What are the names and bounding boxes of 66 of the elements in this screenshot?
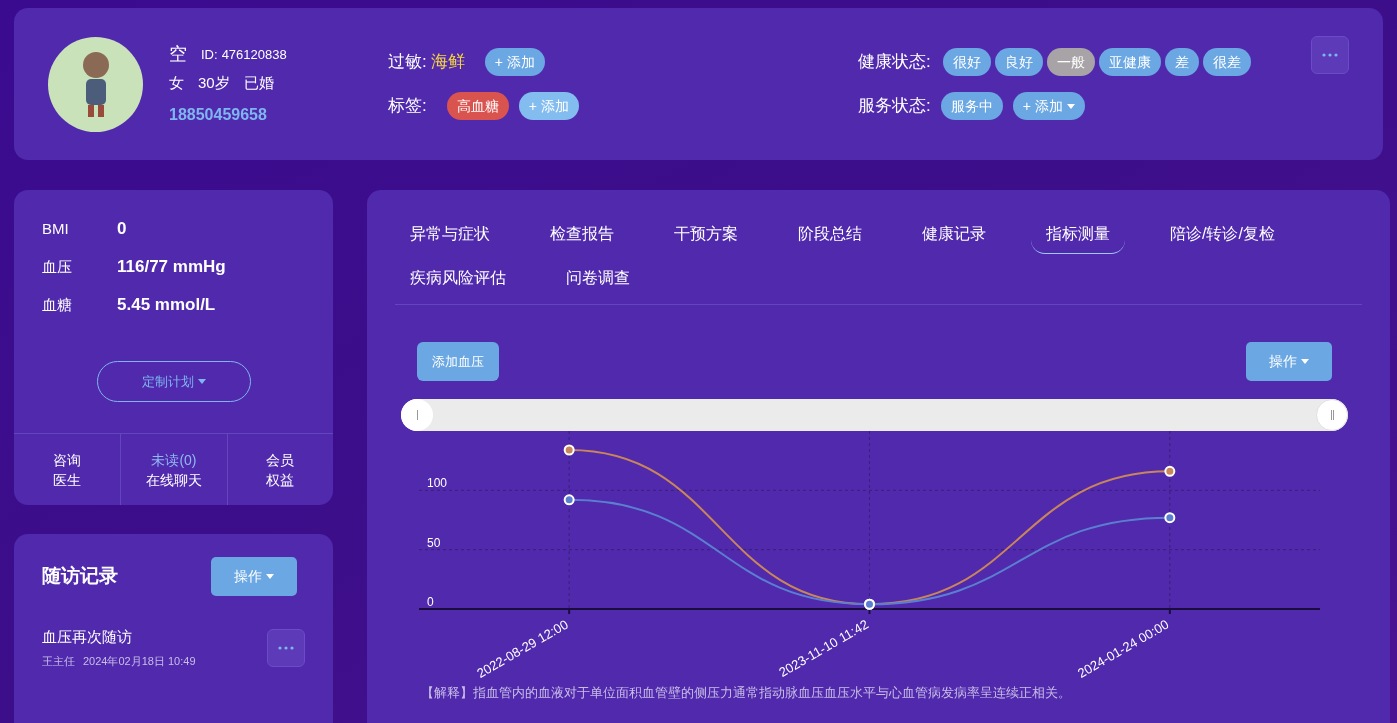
- caret-icon: [266, 574, 274, 579]
- metric-value: 0: [117, 218, 127, 241]
- quick-link[interactable]: 未读(0) 在线聊天: [120, 434, 227, 505]
- record-title: 血压再次随访: [42, 627, 133, 647]
- more-button[interactable]: [267, 628, 305, 667]
- tab[interactable]: 陪诊/转诊/复检: [1155, 214, 1290, 254]
- quick-link[interactable]: 咨询 医生: [14, 434, 121, 505]
- action-dropdown-button[interactable]: 操作: [1246, 342, 1332, 381]
- metric-value: 5.45 mmol/L: [117, 294, 216, 317]
- health-status-option[interactable]: 很差: [1202, 48, 1251, 76]
- caret-icon: [1066, 103, 1075, 109]
- tab[interactable]: 健康记录: [907, 214, 1001, 254]
- health-status-option[interactable]: 一般: [1046, 48, 1095, 76]
- more-button[interactable]: [1311, 36, 1349, 74]
- tags-label: 标签:: [388, 95, 427, 118]
- health-status-label: 健康状态:: [858, 51, 931, 74]
- metric-label: 血压: [42, 256, 73, 277]
- add-button[interactable]: + 添加: [484, 48, 545, 76]
- record-author: 王主任: [42, 653, 75, 669]
- add-dropdown-button[interactable]: + 添加: [1012, 92, 1085, 120]
- health-status-option[interactable]: 很好: [942, 48, 991, 76]
- service-status-label: 服务状态:: [858, 95, 931, 118]
- slider-handle[interactable]: [401, 399, 433, 431]
- tab[interactable]: 问卷调查: [551, 258, 645, 298]
- tab[interactable]: 疾病风险评估: [395, 258, 521, 298]
- axis-label: 100: [427, 476, 448, 491]
- tab[interactable]: 干预方案: [659, 214, 753, 254]
- id-label: ID:: [201, 45, 218, 64]
- patient-name: 空: [169, 42, 187, 66]
- data-point: [1164, 465, 1176, 477]
- more-icon: [278, 645, 294, 650]
- add-button[interactable]: 添加血压: [417, 342, 499, 381]
- metric-value: 116/77 mmHg: [117, 256, 226, 279]
- service-status-tag: 服务中: [940, 92, 1003, 120]
- metric-label: BMI: [42, 218, 70, 239]
- range-slider[interactable]: [401, 399, 1348, 431]
- card-title: 随访记录: [42, 564, 118, 589]
- metric-label: 血糖: [42, 294, 73, 315]
- data-point: [563, 494, 575, 506]
- data-point: [1164, 512, 1176, 524]
- quick-link[interactable]: 会员 权益: [226, 434, 333, 505]
- action-dropdown-button[interactable]: 操作: [211, 557, 297, 596]
- allergy-label: 过敏:: [388, 51, 427, 74]
- tab[interactable]: 异常与症状: [395, 214, 505, 254]
- tag: 高血糖: [446, 92, 509, 120]
- axis-label: 50: [427, 535, 441, 550]
- health-status-option[interactable]: 差: [1164, 48, 1199, 76]
- health-status-option[interactable]: 亚健康: [1098, 48, 1161, 76]
- caret-icon: [197, 379, 206, 384]
- tab[interactable]: 指标测量: [1031, 214, 1125, 254]
- marital-status: 已婚: [243, 72, 274, 93]
- allergy-value: 海鲜: [430, 51, 465, 74]
- slider-handle[interactable]: [1316, 399, 1348, 431]
- more-icon: [1322, 53, 1338, 57]
- age: 30岁: [198, 72, 230, 93]
- explanation-text: 【解释】指血管内的血液对于单位面积血管壁的侧压力通常指动脉血压血压水平与心血管病发病率呈连续正相关。: [421, 684, 1072, 702]
- record-time: 2024年02月18日 10:49: [83, 653, 196, 669]
- phone-number: 18850459658: [169, 105, 268, 126]
- caret-icon: [1301, 359, 1309, 364]
- tab[interactable]: 检查报告: [535, 214, 629, 254]
- patient-id: 476120838: [221, 45, 287, 64]
- health-status-option[interactable]: 良好: [994, 48, 1043, 76]
- data-point: [563, 444, 575, 456]
- gender: 女: [169, 72, 184, 93]
- axis-label: 0: [427, 595, 434, 609]
- tab[interactable]: 阶段总结: [783, 214, 877, 254]
